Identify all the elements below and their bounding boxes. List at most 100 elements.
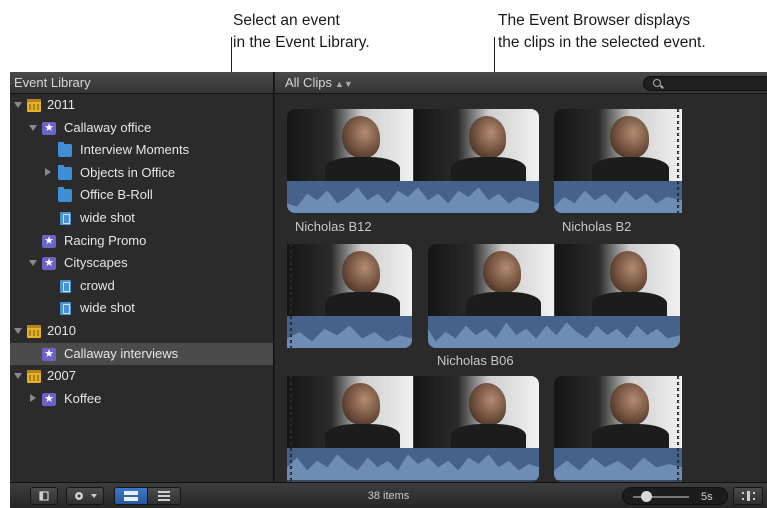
filmstrip xyxy=(287,109,539,181)
tree-item-label: Callaway interviews xyxy=(64,345,179,361)
event-library-header: Event Library xyxy=(10,72,273,94)
torn-edge xyxy=(287,244,292,348)
tree-item-label: Interview Moments xyxy=(80,142,190,158)
action-menu-button[interactable] xyxy=(66,487,104,505)
audio-waveform xyxy=(287,316,412,348)
tree-item-interview-moments[interactable]: Interview Moments xyxy=(10,139,273,162)
event-tree: 2011 ★ Callaway office Interview Moments… xyxy=(10,94,273,410)
event-star-icon: ★ xyxy=(42,234,56,248)
tree-item-label: 2010 xyxy=(47,322,76,338)
audio-waveform xyxy=(287,448,539,480)
tree-item-label: Cityscapes xyxy=(64,255,128,271)
disclosure-open-icon[interactable] xyxy=(14,102,22,108)
clip-thumbnail[interactable] xyxy=(554,109,682,213)
callout-line: Select an event xyxy=(233,12,340,29)
tree-item-label: wide shot xyxy=(80,209,135,225)
clip-thumbnail[interactable] xyxy=(287,376,539,482)
filmstrip xyxy=(287,376,539,448)
audio-waveform xyxy=(554,448,682,480)
tree-item-2011[interactable]: 2011 xyxy=(10,94,273,117)
event-star-icon: ★ xyxy=(42,392,56,406)
event-browser: All Clips ▲▼ Nicholas B12 Nicholas B2 Ni… xyxy=(275,72,767,482)
disclosure-open-icon[interactable] xyxy=(29,124,37,131)
tree-item-office-b-roll[interactable]: Office B-Roll xyxy=(10,184,273,207)
filmstrip-view-icon xyxy=(124,491,138,501)
disclosure-open-icon[interactable] xyxy=(29,260,37,267)
clips-filter-menu[interactable]: All Clips ▲▼ xyxy=(285,72,353,95)
list-view-button[interactable] xyxy=(147,487,181,505)
tree-item-wide-shot-2[interactable]: wide shot xyxy=(10,297,273,320)
sidebar-toggle-icon xyxy=(39,491,49,501)
search-icon xyxy=(653,79,661,87)
tree-item-callaway-interviews[interactable]: ★ Callaway interviews xyxy=(10,342,273,366)
tree-item-crowd[interactable]: crowd xyxy=(10,275,273,298)
final-cut-window: Event Library 2011 ★ Callaway office Int… xyxy=(10,72,767,508)
tree-item-racing-promo[interactable]: ★ Racing Promo xyxy=(10,230,273,253)
filmstrip xyxy=(428,244,680,316)
tree-item-label: Office B-Roll xyxy=(80,187,153,203)
zoom-duration-label: 5s xyxy=(701,491,713,503)
list-view-icon xyxy=(158,491,170,501)
tree-item-label: 2011 xyxy=(47,97,75,112)
calendar-icon xyxy=(27,99,41,112)
callout-event-browser: The Event Browser displays the clips in … xyxy=(498,10,706,54)
callout-line: The Event Browser displays xyxy=(498,12,691,29)
disclosure-closed-icon[interactable] xyxy=(30,393,36,402)
tree-item-label: crowd xyxy=(80,277,115,293)
torn-edge xyxy=(677,109,682,213)
clip-appearance-button[interactable] xyxy=(733,487,763,505)
clip-title: Nicholas B12 xyxy=(295,219,372,234)
tree-item-objects-in-office[interactable]: Objects in Office xyxy=(10,162,273,185)
event-star-icon: ★ xyxy=(42,121,56,135)
tree-item-callaway-office[interactable]: ★ Callaway office xyxy=(10,117,273,140)
clip-thumbnail[interactable] xyxy=(428,244,680,348)
tree-item-2007[interactable]: 2007 xyxy=(10,365,273,388)
disclosure-open-icon[interactable] xyxy=(14,327,22,334)
torn-edge xyxy=(287,376,292,482)
gear-icon xyxy=(75,492,97,500)
filmstrip xyxy=(554,376,682,448)
tree-item-koffee[interactable]: ★ Koffee xyxy=(10,388,273,411)
tree-item-2010[interactable]: 2010 xyxy=(10,320,273,343)
keyword-clip-icon xyxy=(60,211,71,225)
tree-item-label: Koffee xyxy=(64,390,102,406)
audio-waveform xyxy=(554,181,682,213)
clip-thumbnail[interactable] xyxy=(554,376,682,482)
filmstrip-view-button[interactable] xyxy=(114,487,148,505)
tree-item-label: Objects in Office xyxy=(80,164,176,180)
slider-knob[interactable] xyxy=(641,491,652,502)
tree-item-label: wide shot xyxy=(80,300,135,316)
event-star-icon: ★ xyxy=(42,257,56,271)
clip-thumbnail[interactable] xyxy=(287,109,539,213)
show-hide-library-button[interactable] xyxy=(30,487,58,505)
keyword-clip-icon xyxy=(60,302,71,316)
clip-title: Nicholas B2 xyxy=(562,219,632,234)
tree-item-cityscapes[interactable]: ★ Cityscapes xyxy=(10,252,273,275)
clip-thumbnail[interactable] xyxy=(287,244,412,348)
bottom-toolbar: 38 items 5s xyxy=(10,482,767,508)
calendar-icon xyxy=(27,370,41,384)
callout-select-event: Select an event in the Event Library. xyxy=(233,10,370,54)
clip-title: Nicholas B06 xyxy=(437,353,514,368)
popup-arrows-icon: ▲▼ xyxy=(334,79,353,89)
folder-icon xyxy=(58,142,72,158)
audio-waveform xyxy=(428,316,680,348)
calendar-icon xyxy=(27,324,41,338)
clips-filter-label: All Clips xyxy=(285,75,332,90)
disclosure-closed-icon[interactable] xyxy=(45,167,51,176)
tree-item-label: 2007 xyxy=(47,368,76,384)
disclosure-open-icon[interactable] xyxy=(14,373,22,380)
torn-edge xyxy=(677,376,682,482)
filmstrip xyxy=(554,109,682,181)
folder-icon xyxy=(58,187,72,203)
tree-item-label: Callaway office xyxy=(64,119,152,135)
clip-height-icon xyxy=(742,491,755,501)
clip-zoom-slider[interactable]: 5s xyxy=(622,487,728,505)
callout-line: in the Event Library. xyxy=(233,34,370,51)
folder-icon xyxy=(58,164,72,180)
search-input[interactable] xyxy=(643,76,767,91)
tree-item-wide-shot[interactable]: wide shot xyxy=(10,207,273,230)
keyword-clip-icon xyxy=(60,279,71,293)
audio-waveform xyxy=(287,181,539,213)
event-browser-header: All Clips ▲▼ xyxy=(275,72,767,94)
